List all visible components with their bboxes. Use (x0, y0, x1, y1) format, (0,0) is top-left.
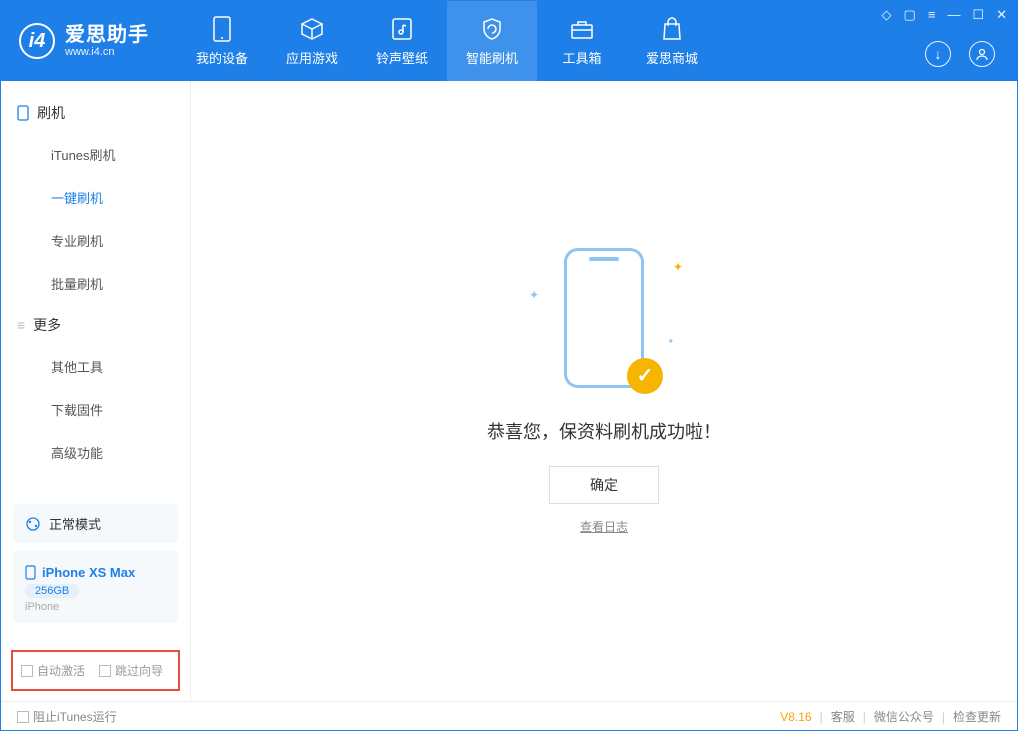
sparkle-icon: • (669, 334, 673, 348)
list-icon: ≡ (17, 317, 25, 333)
nav-label: 工具箱 (562, 48, 601, 67)
status-bar: 阻止iTunes运行 V8.16 | 客服 | 微信公众号 | 检查更新 (1, 701, 1017, 731)
main-content: ✓ ✦ ✦ • 恭喜您，保资料刷机成功啦！ 确定 查看日志 (191, 81, 1017, 701)
sidebar-item-pro-flash[interactable]: 专业刷机 (1, 219, 190, 262)
nav-smart-flash[interactable]: 智能刷机 (447, 1, 537, 81)
ok-button[interactable]: 确定 (549, 466, 659, 504)
nav-label: 爱思商城 (646, 48, 698, 67)
device-box[interactable]: iPhone XS Max 256GB iPhone (13, 551, 178, 623)
window-controls: ◇ ▢ ≡ ― ☐ ✕ (882, 7, 1007, 23)
minimize-button[interactable]: ― (947, 7, 960, 23)
maximize-button[interactable]: ☐ (972, 7, 984, 23)
sidebar-item-oneclick-flash[interactable]: 一键刷机 (1, 176, 190, 219)
skip-guide-checkbox[interactable]: 跳过向导 (99, 662, 163, 679)
device-phone-icon (25, 565, 36, 580)
section-label: 更多 (33, 315, 61, 335)
device-name: iPhone XS Max (42, 565, 135, 580)
block-itunes-checkbox[interactable]: 阻止iTunes运行 (17, 708, 117, 725)
skin-icon[interactable]: ◇ (882, 7, 892, 23)
device-icon (209, 16, 235, 42)
device-capacity: 256GB (25, 584, 79, 598)
device-type: iPhone (25, 601, 166, 613)
header-right-icons: ↓ (925, 41, 995, 67)
sparkle-icon: ✦ (673, 260, 683, 274)
sidebar-item-itunes-flash[interactable]: iTunes刷机 (1, 133, 190, 176)
app-subtitle: www.i4.cn (65, 46, 149, 58)
nav-apps-games[interactable]: 应用游戏 (267, 1, 357, 81)
menu-icon[interactable]: ≡ (928, 7, 936, 23)
check-badge-icon: ✓ (627, 358, 663, 394)
app-title: 爱思助手 (65, 24, 149, 46)
checkbox-label: 自动激活 (37, 662, 85, 679)
nav-toolbox[interactable]: 工具箱 (537, 1, 627, 81)
sidebar-item-batch-flash[interactable]: 批量刷机 (1, 262, 190, 305)
success-illustration: ✓ ✦ ✦ • (549, 248, 659, 398)
success-message: 恭喜您，保资料刷机成功啦！ (487, 418, 721, 444)
footer-support-link[interactable]: 客服 (831, 708, 855, 725)
footer-right: V8.16 | 客服 | 微信公众号 | 检查更新 (780, 708, 1001, 725)
download-icon[interactable]: ↓ (925, 41, 951, 67)
sidebar-item-advanced[interactable]: 高级功能 (1, 431, 190, 474)
toolbox-icon (569, 16, 595, 42)
close-button[interactable]: ✕ (996, 7, 1007, 23)
auto-activate-checkbox[interactable]: 自动激活 (21, 662, 85, 679)
sidebar-item-other-tools[interactable]: 其他工具 (1, 345, 190, 388)
section-label: 刷机 (37, 103, 65, 123)
view-log-link[interactable]: 查看日志 (580, 518, 628, 535)
app-header: i4 爱思助手 www.i4.cn 我的设备 应用游戏 铃声壁纸 智能刷机 工具… (1, 1, 1017, 81)
logo-text: 爱思助手 www.i4.cn (65, 24, 149, 58)
footer-wechat-link[interactable]: 微信公众号 (874, 708, 934, 725)
shield-refresh-icon (479, 16, 505, 42)
nav-label: 应用游戏 (286, 48, 338, 67)
checkbox-icon (17, 711, 29, 723)
cube-icon (299, 16, 325, 42)
logo-icon: i4 (19, 23, 55, 59)
footer-update-link[interactable]: 检查更新 (953, 708, 1001, 725)
music-file-icon (389, 16, 415, 42)
mode-box[interactable]: 正常模式 (13, 504, 178, 543)
feedback-icon[interactable]: ▢ (904, 7, 916, 23)
sidebar-section-flash: 刷机 (1, 93, 190, 133)
checkbox-label: 阻止iTunes运行 (33, 708, 117, 725)
mode-icon (25, 516, 41, 532)
nav-my-device[interactable]: 我的设备 (177, 1, 267, 81)
highlighted-checkbox-row: 自动激活 跳过向导 (11, 650, 180, 691)
mode-label: 正常模式 (49, 514, 101, 533)
checkbox-icon (21, 665, 33, 677)
sidebar-section-more: ≡ 更多 (1, 305, 190, 345)
sidebar-item-download-firmware[interactable]: 下载固件 (1, 388, 190, 431)
sidebar: 刷机 iTunes刷机 一键刷机 专业刷机 批量刷机 ≡ 更多 其他工具 下载固… (1, 81, 191, 701)
nav-store[interactable]: 爱思商城 (627, 1, 717, 81)
logo-area: i4 爱思助手 www.i4.cn (1, 23, 167, 59)
main-nav: 我的设备 应用游戏 铃声壁纸 智能刷机 工具箱 爱思商城 (177, 1, 717, 81)
checkbox-label: 跳过向导 (115, 662, 163, 679)
nav-label: 铃声壁纸 (376, 48, 428, 67)
bag-icon (659, 16, 685, 42)
sparkle-icon: ✦ (529, 288, 539, 302)
user-icon[interactable] (969, 41, 995, 67)
nav-ringtones[interactable]: 铃声壁纸 (357, 1, 447, 81)
nav-label: 智能刷机 (466, 48, 518, 67)
nav-label: 我的设备 (196, 48, 248, 67)
body-area: 刷机 iTunes刷机 一键刷机 专业刷机 批量刷机 ≡ 更多 其他工具 下载固… (1, 81, 1017, 701)
checkbox-icon (99, 665, 111, 677)
phone-small-icon (17, 105, 29, 121)
version-label: V8.16 (780, 710, 811, 724)
